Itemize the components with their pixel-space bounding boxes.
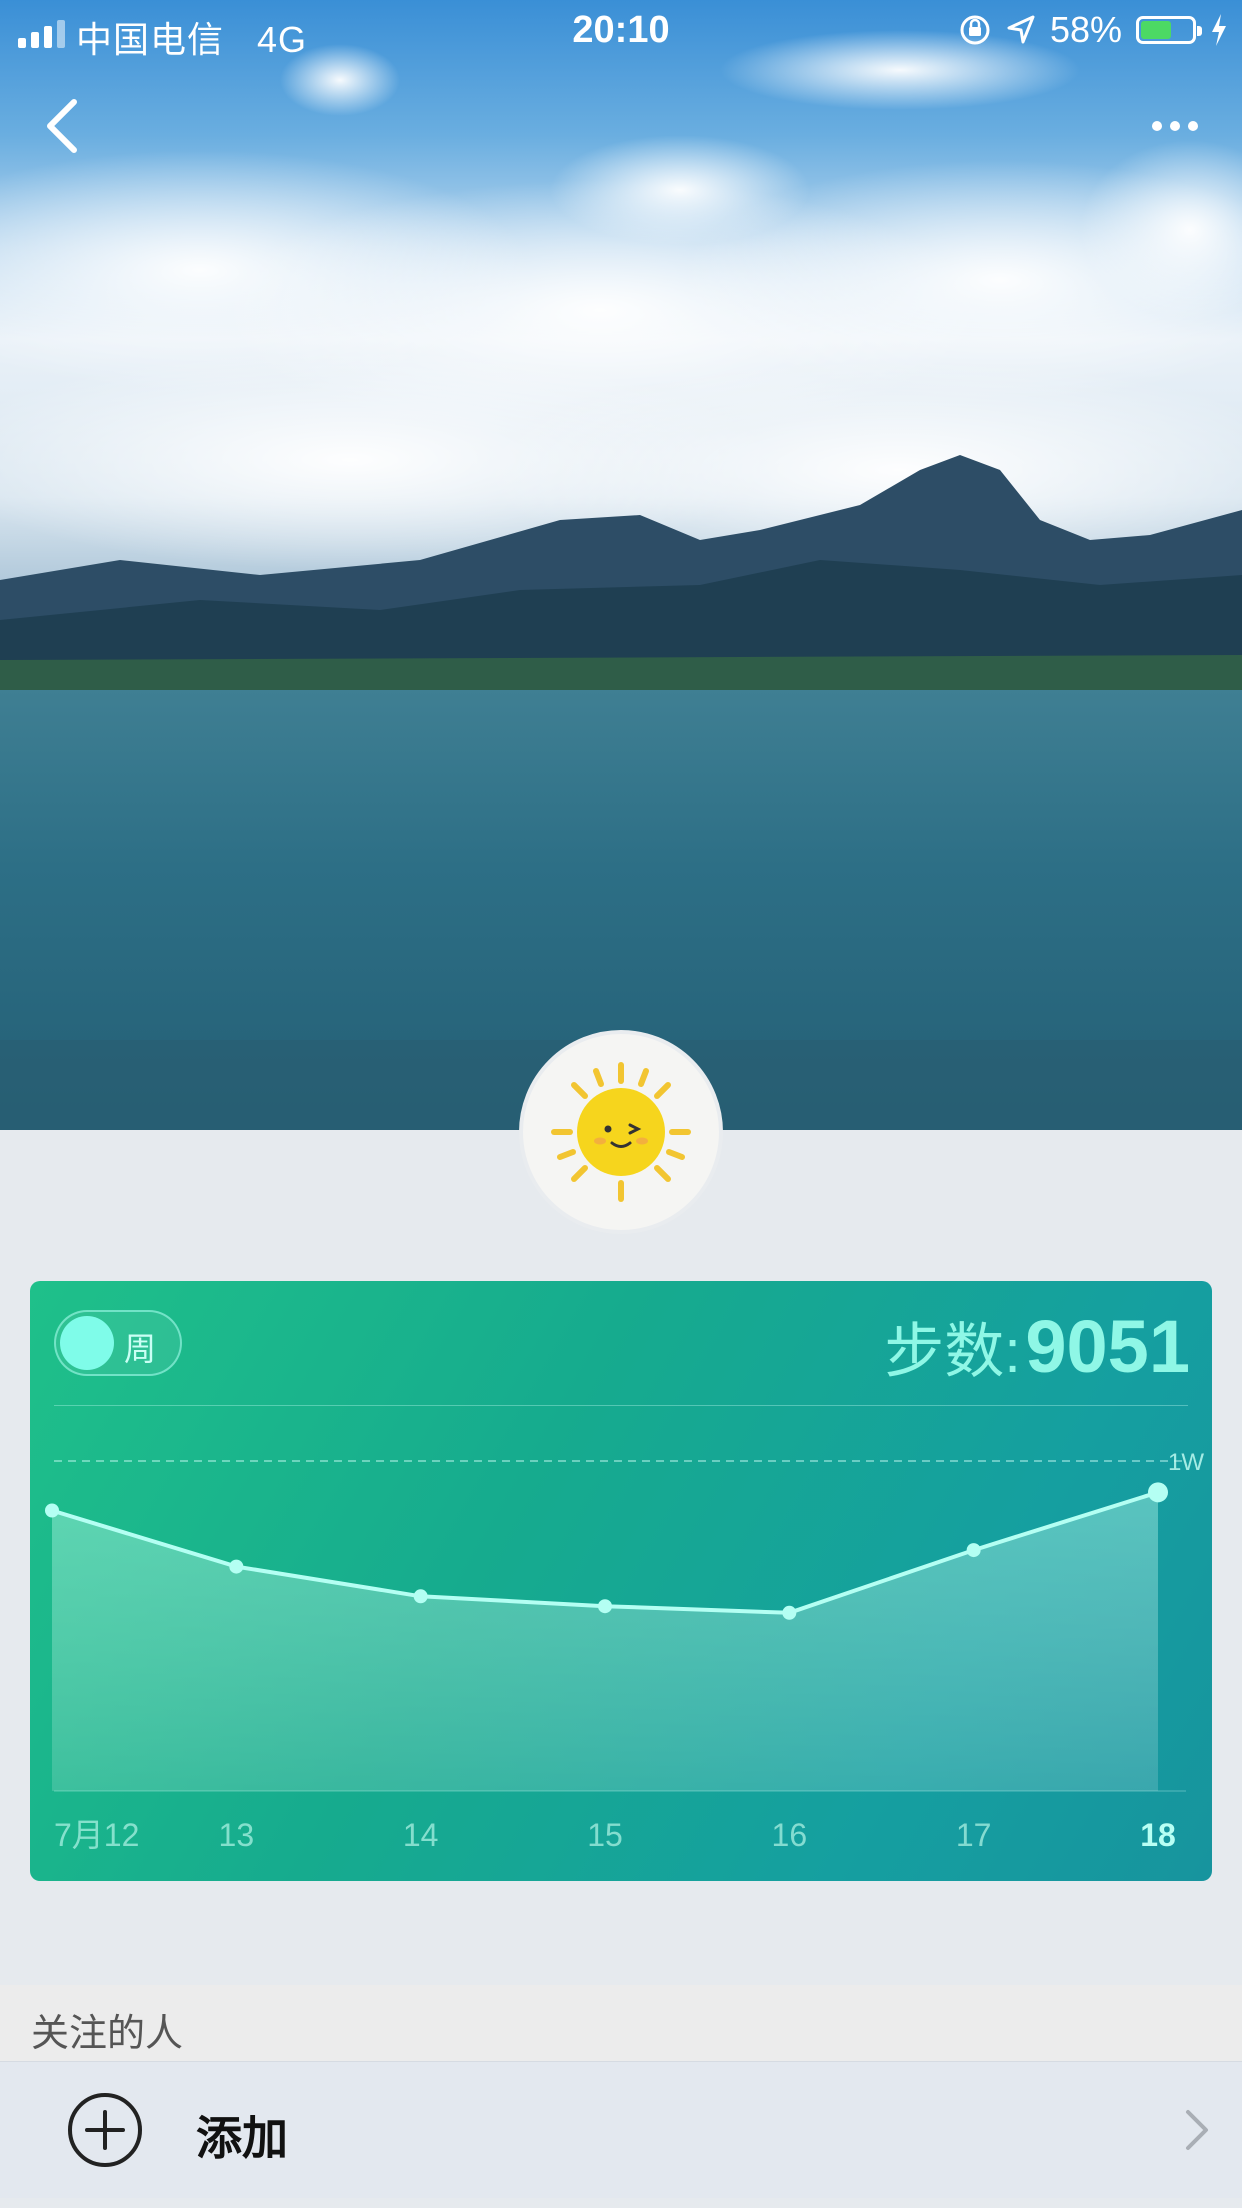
location-icon — [1007, 15, 1035, 44]
battery-percent: 58% — [1049, 9, 1122, 50]
following-section-header: 关注的人 — [0, 1985, 1242, 2061]
status-right-group: 58% — [958, 9, 1228, 51]
add-following-row[interactable]: 添加 — [0, 2061, 1242, 2198]
plus-circle-icon — [68, 2093, 142, 2167]
hero-background-image — [0, 0, 1242, 1130]
back-button[interactable] — [40, 98, 90, 154]
landscape-illustration — [0, 30, 1242, 1130]
more-options-button[interactable] — [1128, 108, 1198, 144]
status-bar: 中国电信 4G 20:10 58% — [0, 0, 1242, 62]
x-tick-label: 15 — [587, 1817, 623, 1853]
x-tick-label: 18 — [1140, 1817, 1176, 1853]
avatar[interactable] — [519, 1030, 723, 1234]
weekly-steps-chart[interactable]: 1W 7月12 13 14 15 16 17 18 — [30, 1281, 1212, 1881]
following-section-title: 关注的人 — [31, 2013, 184, 2055]
data-point — [966, 1543, 981, 1558]
x-tick-label: 17 — [956, 1817, 992, 1853]
data-point — [413, 1589, 428, 1604]
data-point — [1148, 1482, 1168, 1503]
chevron-right-icon — [1186, 2110, 1208, 2150]
ellipsis-icon — [1152, 121, 1162, 131]
battery-fill — [1141, 21, 1172, 39]
x-tick-label: 13 — [219, 1817, 255, 1853]
data-point — [598, 1599, 612, 1614]
data-point — [45, 1503, 59, 1518]
charging-icon — [1212, 14, 1226, 46]
orientation-lock-icon — [960, 15, 990, 45]
smiling-sun-icon — [551, 1062, 691, 1202]
x-tick-label: 7月12 — [54, 1817, 139, 1853]
x-tick-label: 16 — [772, 1817, 808, 1853]
x-tick-label: 14 — [403, 1817, 439, 1853]
step-card: 周 步数: 9051 1W 7月12 13 14 15 16 17 18 — [30, 1281, 1212, 1881]
chevron-left-icon — [47, 99, 77, 153]
add-label: 添加 — [196, 2112, 288, 2164]
steps-area — [52, 1492, 1158, 1791]
data-point — [229, 1559, 244, 1574]
reference-line-label: 1W — [1168, 1449, 1204, 1476]
data-point — [782, 1605, 797, 1620]
battery-icon — [1136, 16, 1202, 44]
